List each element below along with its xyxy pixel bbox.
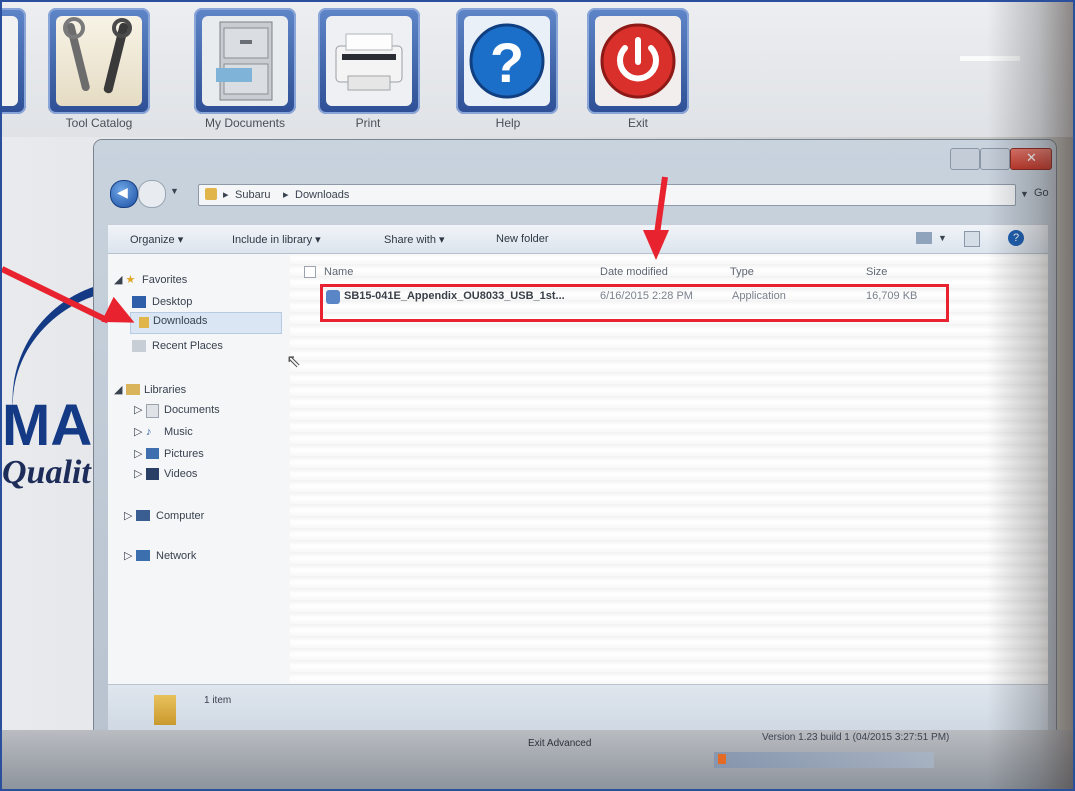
help-label: Help (495, 116, 521, 130)
help-button[interactable]: ? (456, 8, 558, 114)
organize-menu[interactable]: Organize ▾ (130, 233, 183, 246)
command-bar: Organize ▾ Include in library ▾ Share wi… (108, 224, 1048, 254)
expand-arrow-icon[interactable]: ▷ (124, 508, 132, 524)
print-button[interactable] (318, 8, 420, 114)
column-header-size[interactable]: Size (866, 266, 887, 278)
nav-videos[interactable]: Videos (164, 466, 197, 482)
wrench-icon (56, 16, 142, 106)
nav-downloads: Downloads (153, 315, 208, 327)
exit-advanced-label[interactable]: Exit Advanced (528, 738, 591, 749)
expand-arrow-icon[interactable]: ▷ (124, 548, 132, 564)
svg-text:?: ? (490, 31, 524, 94)
highlight-box (320, 284, 949, 322)
column-header-date-modified[interactable]: Date modified (600, 266, 668, 278)
brand-tagline: Qualit (2, 454, 91, 491)
documents-icon (146, 404, 159, 418)
breadcrumb-separator: ▸ (223, 189, 229, 201)
item-count: 1 item (204, 695, 232, 706)
print-label: Print (355, 116, 381, 130)
mouse-cursor-icon: ⇖ (286, 351, 302, 371)
preview-pane-icon[interactable] (964, 231, 980, 247)
network-icon (136, 550, 150, 561)
nav-network[interactable]: Network (156, 548, 196, 564)
power-icon (595, 16, 681, 106)
monitor-bezel (987, 2, 1073, 789)
breadcrumb-downloads[interactable]: Downloads (295, 185, 349, 205)
annotation-arrowhead-top (643, 230, 669, 260)
nav-libraries[interactable]: Libraries (144, 382, 186, 398)
downloads-folder-large-icon (154, 695, 176, 725)
downloads-folder-icon (139, 317, 149, 328)
expand-arrow-icon[interactable]: ▷ (134, 402, 142, 418)
folder-icon (205, 188, 217, 200)
nav-computer[interactable]: Computer (156, 508, 204, 524)
include-in-library-label: Include in library (232, 234, 313, 246)
screen-photo: m Tool Catalog (0, 0, 1075, 791)
app-toolbar: m Tool Catalog (2, 2, 1073, 137)
select-all-checkbox[interactable] (304, 266, 316, 278)
include-in-library-menu[interactable]: Include in library ▾ (232, 233, 321, 246)
history-dropdown-icon[interactable]: ▼ (170, 186, 179, 196)
music-icon: ♪ (146, 426, 152, 438)
tray-icon[interactable] (718, 754, 726, 764)
my-documents-label: My Documents (204, 116, 286, 130)
tool-catalog-label: Tool Catalog (65, 116, 133, 130)
help-icon: ? (464, 16, 550, 106)
taskbar: Exit Advanced Version 1.23 build 1 (04/2… (2, 730, 1073, 789)
breadcrumb-subaru[interactable]: Subaru (235, 185, 270, 205)
nav-music[interactable]: Music (164, 424, 193, 440)
system-tray (714, 752, 934, 768)
pictures-icon (146, 448, 159, 459)
nav-downloads-selected[interactable]: Downloads (130, 312, 282, 334)
computer-icon (136, 510, 150, 521)
new-folder-button[interactable]: New folder (496, 233, 549, 245)
nav-favorites[interactable]: Favorites (142, 272, 187, 288)
breadcrumb-separator: ▸ (283, 189, 289, 201)
back-arrow-icon: ◀ (117, 184, 128, 200)
videos-icon (146, 468, 159, 480)
expand-arrow-icon[interactable]: ▷ (134, 446, 142, 462)
exit-label: Exit (627, 116, 648, 130)
organize-label: Organize (130, 234, 175, 246)
recent-places-icon (132, 340, 146, 352)
exit-button[interactable] (587, 8, 689, 114)
nav-desktop[interactable]: Desktop (152, 294, 192, 310)
back-button[interactable]: ◀ (110, 180, 138, 208)
printer-icon (326, 16, 412, 106)
expand-arrow-icon[interactable]: ▷ (134, 466, 142, 482)
share-with-menu[interactable]: Share with ▾ (384, 233, 445, 246)
forward-button[interactable] (138, 180, 166, 208)
libraries-icon (126, 384, 140, 395)
file-cabinet-icon (202, 16, 288, 106)
view-options-icon[interactable] (916, 232, 932, 244)
toolbar-button-partial[interactable] (2, 8, 26, 114)
nav-documents[interactable]: Documents (164, 402, 220, 418)
nav-recent-places[interactable]: Recent Places (152, 338, 223, 354)
libraries-expand-icon[interactable]: ◢ (114, 382, 122, 398)
my-documents-button[interactable] (194, 8, 296, 114)
version-text: Version 1.23 build 1 (04/2015 3:27:51 PM… (762, 732, 950, 743)
favorites-star-icon: ◢ ★ (114, 274, 136, 286)
share-with-label: Share with (384, 234, 436, 246)
explorer-window: ✕ ◀ ▼ ▸ Subaru ▸ Downloads ▼ Go Organize… (94, 140, 1056, 738)
column-header-name[interactable]: Name (324, 266, 353, 278)
expand-arrow-icon[interactable]: ▷ (134, 424, 142, 440)
address-bar[interactable]: ▸ Subaru ▸ Downloads (198, 184, 1016, 206)
nav-pictures[interactable]: Pictures (164, 446, 204, 462)
details-pane: 1 item (108, 685, 1048, 733)
column-header-type[interactable]: Type (730, 266, 754, 278)
minimize-button[interactable] (950, 148, 980, 170)
tool-catalog-button[interactable] (48, 8, 150, 114)
view-dropdown-icon[interactable]: ▼ (938, 233, 947, 243)
toolbar-label-partial: m (2, 116, 32, 130)
